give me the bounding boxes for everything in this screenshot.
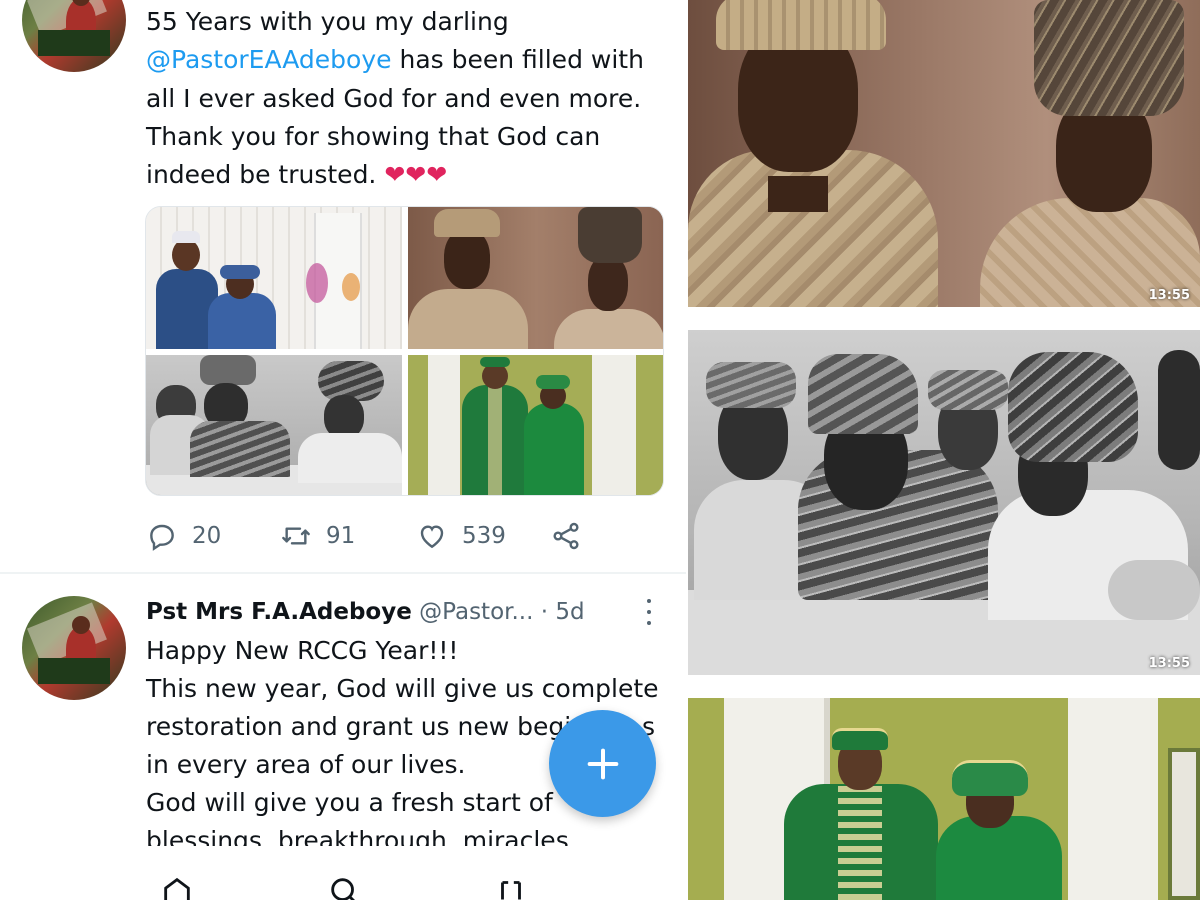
tweet-action-bar: 20 91 539 xyxy=(146,516,606,556)
tweet-text-line: Happy New RCCG Year!!! xyxy=(146,636,459,665)
reply-icon xyxy=(150,524,174,551)
plus-icon xyxy=(587,748,618,779)
tweet-text-line: indeed be trusted. ❤❤❤ xyxy=(146,156,447,194)
reply-count: 20 xyxy=(192,523,222,549)
timeline-feed: 55 Years with you my darling @PastorEAAd… xyxy=(0,0,686,900)
media-green-attire[interactable] xyxy=(688,698,1200,900)
tweet-text-fragment: indeed be trusted. xyxy=(146,160,377,189)
spaces-icon[interactable] xyxy=(494,874,528,900)
media-vintage-couple[interactable]: 13:55 xyxy=(688,0,1200,307)
tweet-text-line: This new year, God will give us complete xyxy=(146,674,659,703)
tweet-text-line: God will give you a fresh start of xyxy=(146,788,553,817)
tweet-text-line: Thank you for showing that God can xyxy=(146,122,601,151)
tweet-header: Pst Mrs F.A.Adeboye @Pastor... · 5d xyxy=(146,595,585,629)
reply-button[interactable]: 20 xyxy=(146,516,221,556)
video-duration: 13:55 xyxy=(1148,288,1190,303)
like-button[interactable]: 539 xyxy=(416,516,506,556)
video-duration: 13:55 xyxy=(1148,656,1190,671)
tweet-photo-grid xyxy=(145,206,664,496)
hearts-emoji: ❤❤❤ xyxy=(384,160,448,189)
retweet-button[interactable]: 91 xyxy=(280,516,355,556)
photo-vintage-couple[interactable] xyxy=(408,207,663,349)
tweet-text-line: blessings, breakthrough, miracles xyxy=(146,826,569,846)
tweet-text-line: all I ever asked God for and even more. xyxy=(146,84,642,113)
retweet-count: 91 xyxy=(326,523,356,549)
media-strip: 13:55 13:55 xyxy=(686,0,1200,900)
tweet-text-line: in every area of our lives. xyxy=(146,750,466,779)
share-button[interactable] xyxy=(550,516,582,556)
display-name[interactable]: Pst Mrs F.A.Adeboye xyxy=(146,599,412,625)
avatar[interactable] xyxy=(22,0,126,72)
compose-button[interactable] xyxy=(549,710,656,817)
mention-link[interactable]: @PastorEAAdeboye xyxy=(146,45,392,74)
tweet-text-line: restoration and grant us new begi s xyxy=(146,708,655,746)
photo-wedding-signing[interactable] xyxy=(146,355,402,495)
tweet-divider xyxy=(0,572,686,574)
avatar[interactable] xyxy=(22,596,126,700)
home-icon[interactable] xyxy=(160,874,194,900)
tweet-text-fragment: has been filled with xyxy=(399,45,644,74)
tweet-text-line: @PastorEAAdeboye has been filled with xyxy=(146,41,644,79)
photo-cake-celebration[interactable] xyxy=(146,207,402,349)
photo-green-attire[interactable] xyxy=(408,355,663,495)
bottom-tab-bar xyxy=(0,856,686,900)
tweet-text-fragment: restoration and grant us new begi xyxy=(146,712,572,741)
user-handle[interactable]: @Pastor... xyxy=(419,599,533,625)
tweet-timestamp[interactable]: · 5d xyxy=(541,599,585,625)
share-icon xyxy=(553,522,579,550)
search-icon[interactable] xyxy=(327,874,361,900)
media-wedding-signing[interactable]: 13:55 xyxy=(688,330,1200,675)
retweet-icon xyxy=(282,527,310,545)
tweet-text-line: 55 Years with you my darling xyxy=(146,7,509,36)
heart-icon xyxy=(420,525,444,549)
like-count: 539 xyxy=(462,523,506,549)
more-vertical-icon[interactable] xyxy=(643,599,655,625)
